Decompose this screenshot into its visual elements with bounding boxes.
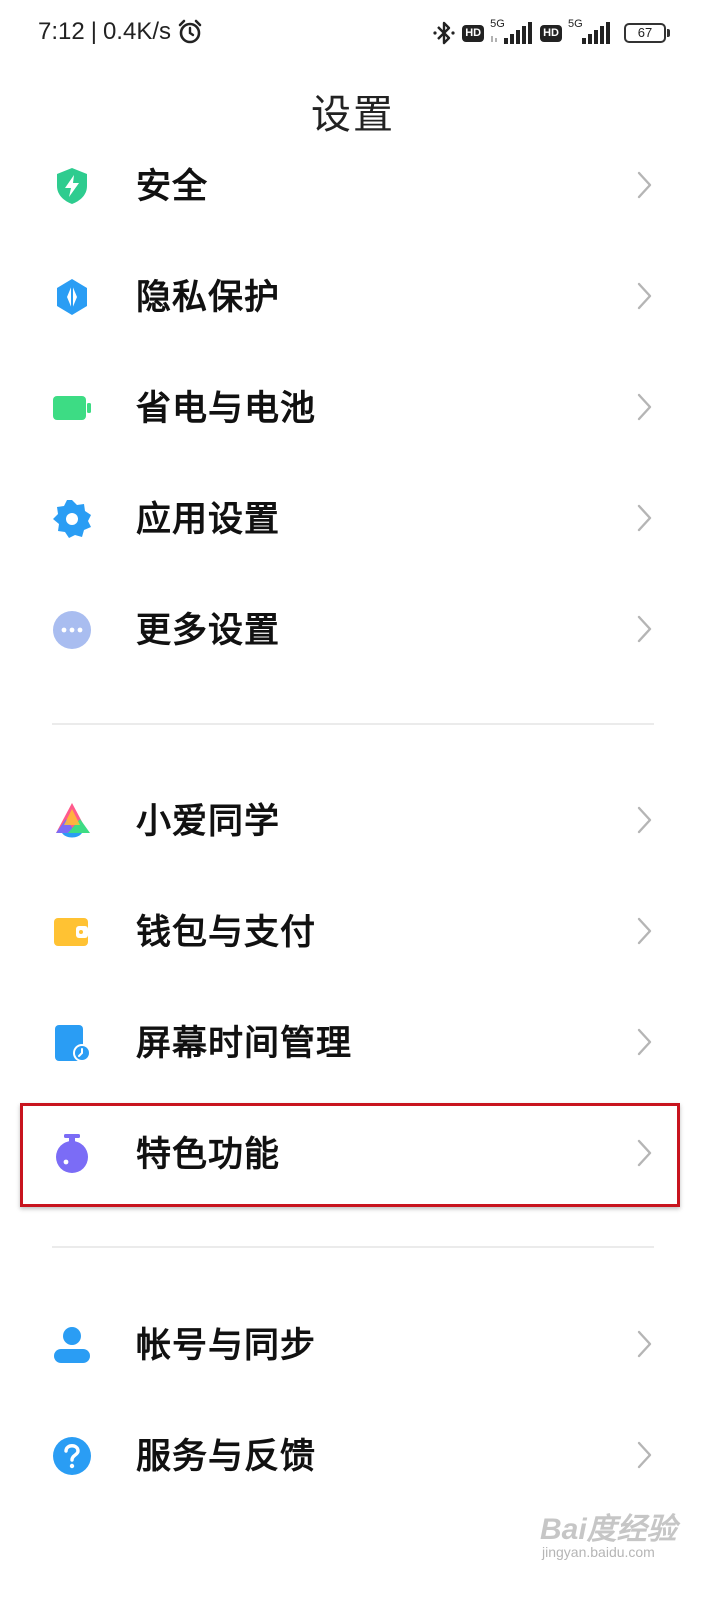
baidu-jingyan-watermark: Bai度经验 jingyan.baidu.com: [540, 1492, 700, 1592]
section-divider: [52, 1246, 654, 1248]
chevron-right-icon: [637, 917, 652, 945]
xiaoai-icon: [56, 803, 90, 838]
wallet-icon: [54, 918, 88, 946]
status-bar: 7:12 | 0.4K/s HD 5G HD 5G 67: [0, 0, 720, 70]
chevron-right-icon: [637, 393, 652, 421]
settings-item-label: 钱包与支付: [136, 913, 317, 953]
chevron-right-icon: [637, 282, 652, 310]
chevron-right-icon: [637, 1028, 652, 1056]
status-left: 7:12 | 0.4K/s: [38, 18, 203, 46]
settings-item-label: 隐私保护: [136, 278, 281, 318]
screen-time-icon: [55, 1025, 91, 1062]
settings-item-label: 应用设置: [136, 500, 281, 540]
chevron-right-icon: [637, 504, 652, 532]
network-speed: 0.4K/s: [102, 18, 171, 45]
chevron-right-icon: [637, 615, 652, 643]
signal-icon-2: 5G: [568, 18, 612, 46]
watermark-logo: Bai度经验: [540, 1513, 677, 1546]
settings-item-label: 安全: [136, 167, 209, 207]
chevron-right-icon: [637, 1441, 652, 1469]
battery-icon: [53, 396, 91, 420]
status-right: HD 5G HD 5G 67: [432, 18, 670, 46]
help-icon: [53, 1437, 91, 1475]
settings-item-label: 更多设置: [136, 611, 281, 651]
status-separator: |: [90, 18, 97, 45]
network-type-2: 5G: [568, 18, 583, 30]
hd-badge-2: HD: [540, 24, 562, 42]
alarm-icon: [178, 19, 202, 44]
highlight-annotation-box: [20, 1103, 680, 1207]
settings-item-privacy[interactable]: 隐私保护: [0, 241, 706, 351]
settings-item-wallet[interactable]: 钱包与支付: [0, 876, 706, 986]
chevron-right-icon: [637, 1330, 652, 1358]
privacy-icon: [57, 279, 87, 315]
settings-item-screen-time[interactable]: 屏幕时间管理: [0, 987, 706, 1097]
settings-item-security[interactable]: 安全: [0, 130, 706, 240]
network-type-1: 5G: [490, 18, 505, 30]
chevron-right-icon: [637, 806, 652, 834]
bluetooth-icon: [433, 21, 455, 45]
gear-icon: [53, 500, 91, 538]
settings-item-more-settings[interactable]: 更多设置: [0, 574, 706, 684]
settings-item-xiaoai[interactable]: 小爱同学: [0, 765, 706, 875]
chevron-right-icon: [637, 171, 652, 199]
more-icon: [53, 611, 91, 649]
status-time: 7:12: [38, 18, 85, 45]
settings-item-label: 小爱同学: [136, 802, 281, 842]
battery-indicator: 67: [624, 23, 670, 43]
signal-icon-1: 5G: [490, 18, 534, 46]
settings-item-account-sync[interactable]: 帐号与同步: [0, 1289, 706, 1399]
watermark-url: jingyan.baidu.com: [542, 1544, 655, 1560]
section-divider: [52, 723, 654, 725]
settings-item-battery[interactable]: 省电与电池: [0, 352, 706, 462]
settings-item-label: 省电与电池: [136, 389, 317, 429]
settings-item-app-settings[interactable]: 应用设置: [0, 463, 706, 573]
account-icon: [54, 1327, 90, 1363]
settings-item-label: 屏幕时间管理: [136, 1024, 353, 1064]
settings-item-label: 服务与反馈: [136, 1437, 317, 1477]
shield-icon: [57, 168, 87, 204]
settings-item-label: 帐号与同步: [136, 1326, 317, 1366]
hd-badge-1: HD: [462, 24, 485, 42]
